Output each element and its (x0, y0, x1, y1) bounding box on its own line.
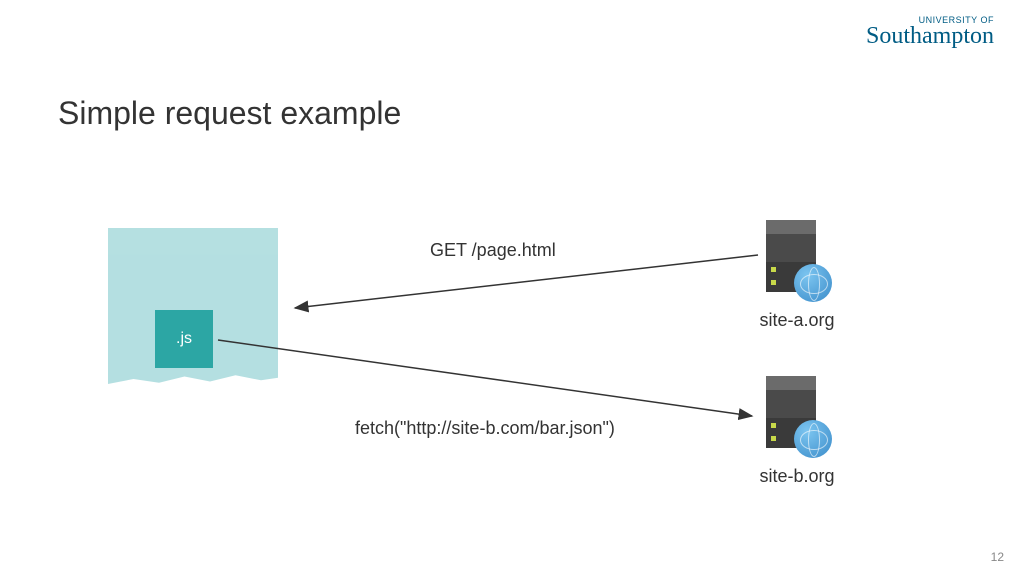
university-logo: UNIVERSITY OF Southampton (866, 15, 994, 50)
logo-title: Southampton (866, 23, 994, 50)
fetch-call-label: fetch("http://site-b.com/bar.json") (355, 418, 615, 439)
js-file-box: .js (155, 310, 213, 368)
globe-icon (794, 264, 832, 302)
server-b: site-b.org (762, 376, 832, 456)
diagram-area: .js GET /page.html fetch("http://site-b.… (0, 200, 1024, 520)
page-number: 12 (991, 550, 1004, 564)
get-request-label: GET /page.html (430, 240, 556, 261)
server-a: site-a.org (762, 220, 832, 300)
server-b-label: site-b.org (742, 466, 852, 487)
js-label: .js (176, 330, 192, 348)
arrow-fetch (218, 340, 752, 416)
slide-title: Simple request example (58, 95, 401, 132)
globe-icon (794, 420, 832, 458)
server-a-label: site-a.org (742, 310, 852, 331)
arrow-get (295, 255, 758, 308)
